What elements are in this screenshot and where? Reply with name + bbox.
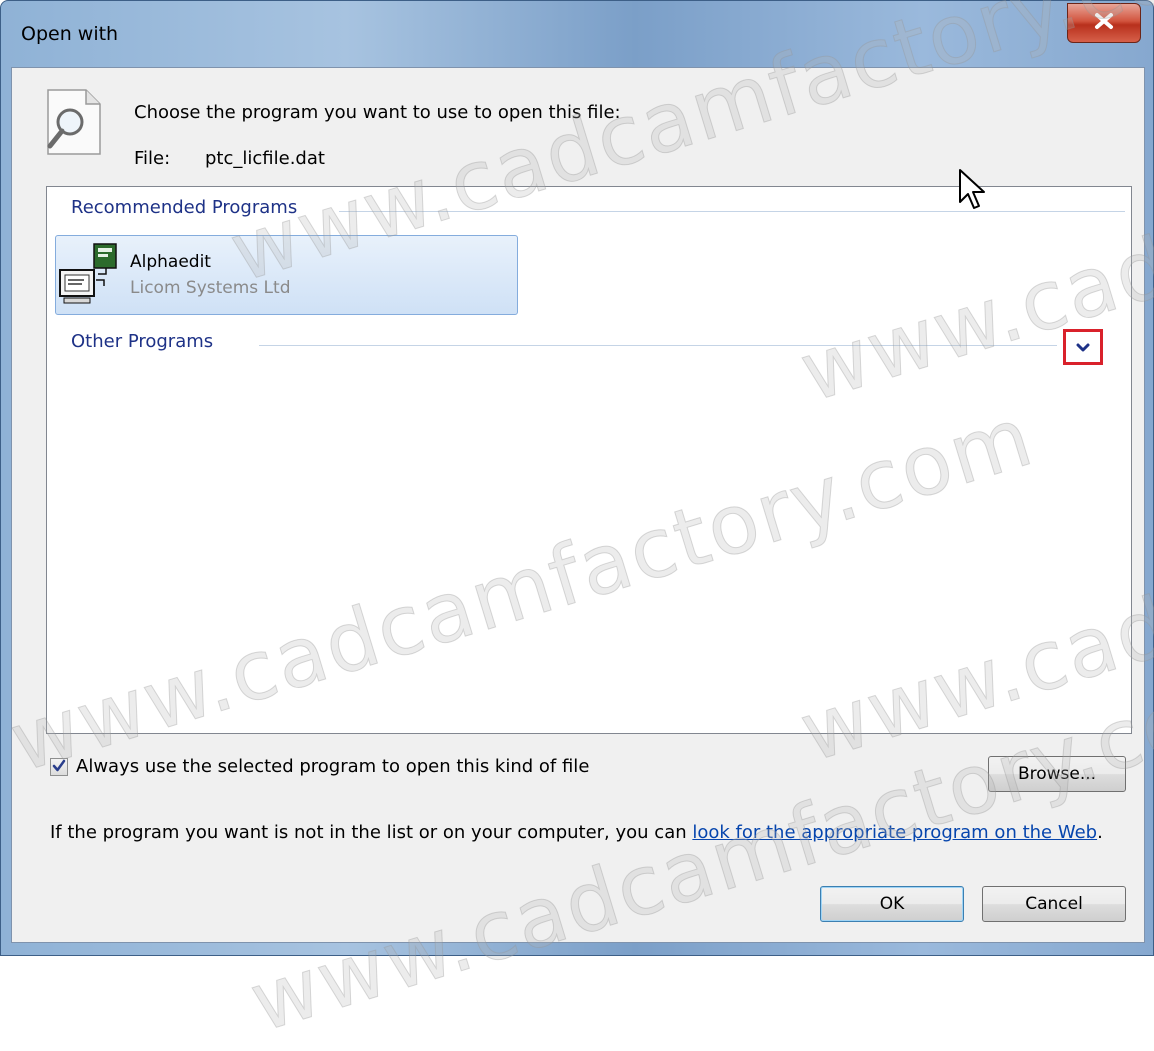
checkmark-icon [52, 758, 66, 777]
close-button[interactable] [1067, 3, 1141, 43]
ok-button[interactable]: OK [820, 886, 964, 922]
file-search-icon [40, 86, 110, 162]
group-divider [339, 211, 1125, 212]
always-use-label[interactable]: Always use the selected program to open … [76, 756, 589, 777]
file-name: ptc_licfile.dat [205, 148, 325, 169]
expand-other-programs-button[interactable] [1063, 329, 1103, 365]
program-company: Licom Systems Ltd [130, 278, 291, 298]
group-divider [259, 345, 1057, 346]
cancel-button[interactable]: Cancel [982, 886, 1126, 922]
file-label: File: [134, 148, 171, 169]
instruction-text: Choose the program you want to use to op… [134, 102, 621, 123]
chevron-down-icon [1076, 338, 1090, 357]
program-item-alphaedit[interactable]: Alphaedit Licom Systems Ltd [55, 235, 518, 315]
close-icon [1093, 12, 1115, 34]
recommended-programs-label: Recommended Programs [71, 197, 298, 218]
other-programs-header[interactable]: Other Programs [71, 331, 213, 352]
alphaedit-app-icon [56, 240, 126, 310]
info-prefix: If the program you want is not in the li… [50, 822, 693, 843]
title-bar[interactable]: Open with [1, 1, 1153, 67]
browse-button[interactable]: Browse... [988, 756, 1126, 792]
other-programs-label: Other Programs [71, 331, 214, 352]
recommended-programs-header[interactable]: Recommended Programs [71, 197, 297, 218]
program-name: Alphaedit [130, 252, 211, 272]
info-suffix: . [1097, 822, 1103, 843]
window-title: Open with [21, 23, 119, 45]
web-search-link[interactable]: look for the appropriate program on the … [692, 822, 1097, 843]
open-with-dialog: Open with Choose the program you want to… [0, 0, 1154, 956]
mouse-cursor-icon [958, 168, 988, 216]
always-use-checkbox[interactable] [50, 758, 68, 776]
program-list[interactable]: Recommended Programs Alphaedit Licom Sys… [46, 186, 1132, 734]
info-text: If the program you want is not in the li… [50, 820, 1120, 846]
